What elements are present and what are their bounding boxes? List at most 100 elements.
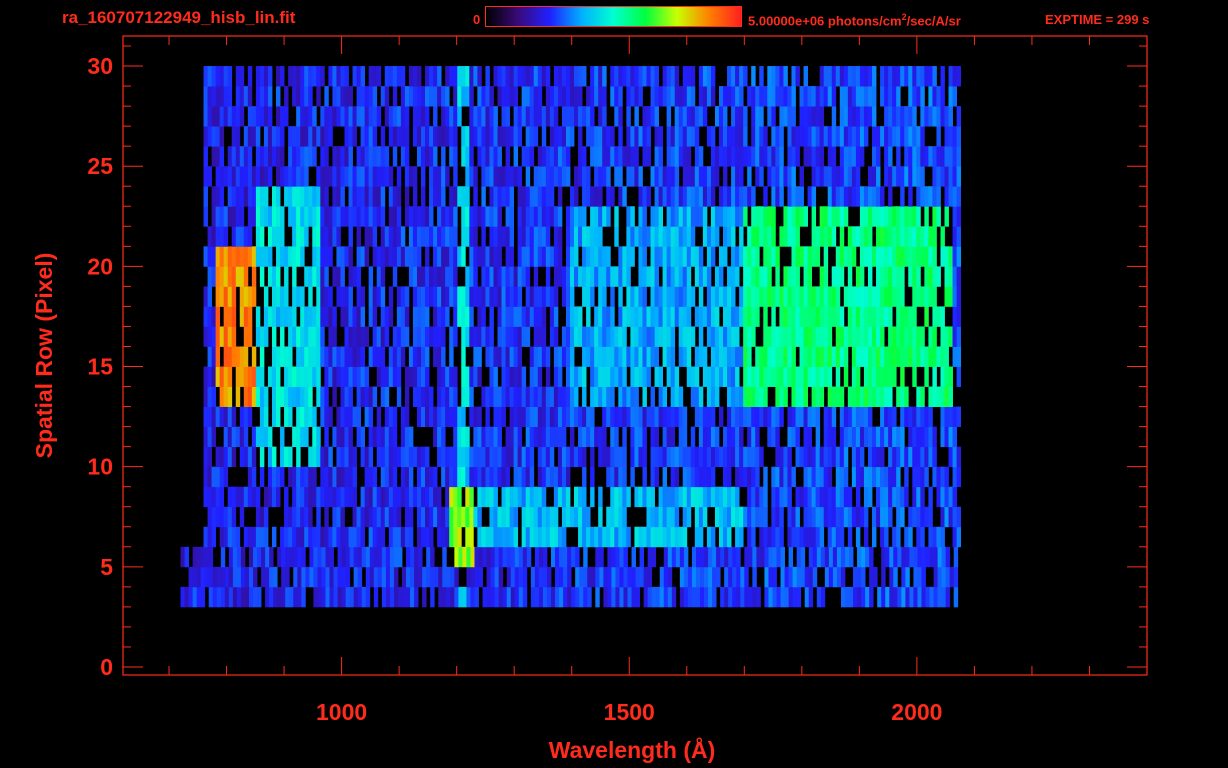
heatmap-cell: [578, 86, 583, 107]
heatmap-cell: [235, 246, 241, 267]
heatmap-cell: [618, 306, 623, 327]
heatmap-cell: [239, 366, 245, 387]
heatmap-cell: [948, 386, 953, 407]
heatmap-cell: [956, 266, 962, 287]
heatmap-cell: [360, 206, 366, 227]
heatmap-cell: [537, 146, 543, 167]
heatmap-cell: [602, 406, 607, 428]
heatmap-cell: [924, 406, 929, 428]
heatmap-cell: [876, 466, 881, 488]
heatmap-cell: [541, 466, 547, 488]
heatmap-cell: [787, 266, 792, 287]
heatmap-cell: [569, 246, 575, 267]
heatmap-cell: [851, 406, 857, 428]
heatmap-cell: [336, 226, 341, 247]
heatmap-cell: [739, 106, 744, 127]
heatmap-cell: [743, 266, 748, 287]
heatmap-cell: [590, 106, 595, 127]
heatmap-cell: [372, 246, 378, 267]
heatmap-cell: [364, 86, 370, 107]
heatmap-cell: [308, 106, 313, 127]
heatmap-cell: [493, 266, 498, 287]
heatmap-cell: [867, 406, 873, 428]
heatmap-cell: [607, 586, 612, 608]
heatmap-cell: [686, 246, 692, 267]
heatmap-cell: [380, 326, 386, 347]
heatmap-cell: [211, 226, 217, 247]
heatmap-cell: [578, 526, 583, 548]
heatmap-cell: [304, 306, 309, 327]
heatmap-cell: [477, 246, 482, 267]
heatmap-cell: [481, 446, 486, 468]
heatmap-cell: [497, 166, 502, 187]
heatmap-cell: [445, 506, 450, 528]
heatmap-cell: [557, 166, 563, 187]
heatmap-cell: [888, 506, 893, 528]
heatmap-cell: [308, 66, 313, 87]
heatmap-cell: [215, 186, 221, 207]
heatmap-cell: [667, 546, 673, 568]
heatmap-cell: [642, 426, 647, 448]
heatmap-cell: [807, 246, 813, 267]
heatmap-cell: [545, 446, 551, 468]
heatmap-cell: [614, 166, 619, 187]
heatmap-cell: [461, 226, 466, 247]
heatmap-cell: [896, 206, 901, 227]
heatmap-cell: [396, 246, 402, 267]
heatmap-cell: [368, 466, 374, 488]
heatmap-cell: [859, 146, 865, 167]
heatmap-cell: [372, 126, 378, 147]
heatmap-cell: [855, 66, 861, 87]
heatmap-cell: [429, 406, 434, 428]
heatmap-cell: [658, 506, 664, 528]
heatmap-cell: [457, 306, 462, 327]
heatmap-cell: [634, 126, 639, 147]
heatmap-cell: [872, 386, 877, 407]
heatmap-cell: [501, 226, 506, 247]
heatmap-cell: [839, 186, 845, 207]
heatmap-cell: [823, 366, 829, 387]
heatmap-cell: [735, 106, 740, 127]
heatmap-cell: [900, 346, 905, 367]
heatmap-cell: [247, 166, 253, 187]
heatmap-cell: [284, 166, 289, 187]
heatmap-cell: [267, 126, 273, 147]
heatmap-cell: [666, 486, 672, 508]
heatmap-cell: [433, 486, 438, 508]
heatmap-cell: [348, 486, 353, 508]
heatmap-cell: [763, 526, 768, 548]
heatmap-cell: [594, 206, 599, 227]
heatmap-cell: [634, 406, 639, 428]
heatmap-cell: [739, 86, 744, 107]
heatmap-cell: [832, 546, 838, 568]
heatmap-cell: [662, 306, 668, 327]
heatmap-cell: [823, 66, 829, 87]
heatmap-cell: [735, 486, 740, 508]
heatmap-cell: [952, 126, 957, 147]
heatmap-cell: [247, 106, 253, 127]
heatmap-cell: [767, 286, 772, 307]
heatmap-cell: [582, 326, 587, 347]
heatmap-cell: [332, 386, 337, 407]
heatmap-cell: [489, 486, 494, 508]
heatmap-cell: [344, 306, 349, 327]
heatmap-cell: [384, 446, 390, 468]
heatmap-cell: [819, 166, 825, 187]
heatmap-cell: [900, 306, 905, 327]
heatmap-cell: [924, 66, 929, 87]
heatmap-cell: [929, 546, 934, 568]
heatmap-cell: [912, 86, 917, 107]
heatmap-cell: [324, 166, 329, 187]
heatmap-cell: [328, 226, 333, 247]
heatmap-cell: [888, 126, 893, 147]
heatmap-cell: [783, 286, 788, 307]
heatmap-cell: [884, 466, 889, 488]
heatmap-cell: [273, 566, 278, 588]
heatmap-cell: [756, 546, 761, 568]
heatmap-cell: [920, 326, 925, 347]
heatmap-cell: [433, 126, 438, 147]
heatmap-cell: [292, 486, 297, 508]
heatmap-cell: [410, 566, 415, 588]
heatmap-cell: [686, 306, 692, 327]
heatmap-cell: [481, 326, 486, 347]
